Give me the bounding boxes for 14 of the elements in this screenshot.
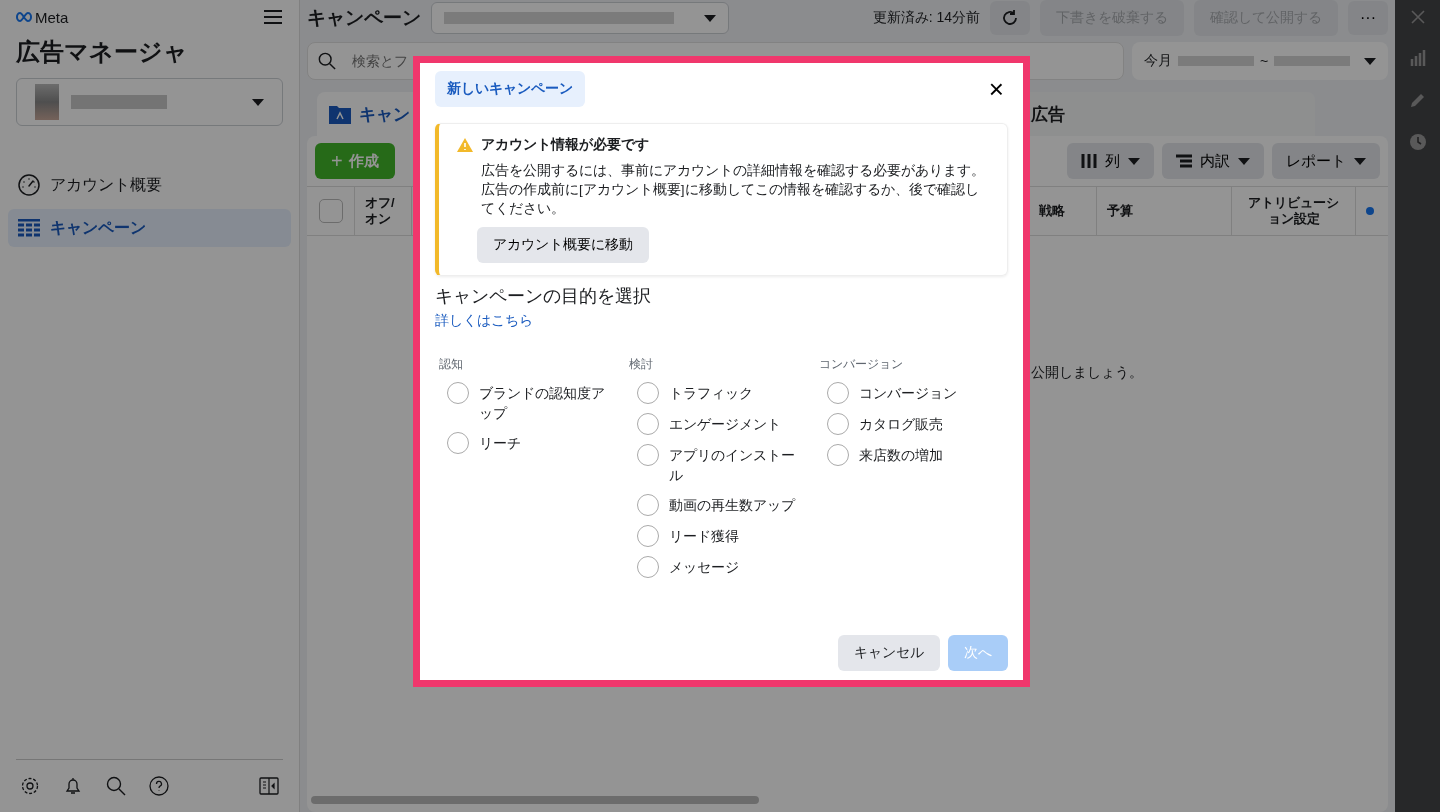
- group-label: コンバージョン: [818, 355, 904, 373]
- meta-logo: Meta: [16, 8, 69, 26]
- app-title: 広告マネージャ: [16, 37, 189, 67]
- dialog-title-chip: 新しいキャンペーン: [435, 71, 585, 107]
- warning-text: 広告を公開するには、事前にアカウントの詳細情報を確認する必要があります。広告の作成前に[アカウント概要]に移動してこの情報を確認するか、後で確認してください。: [481, 162, 986, 218]
- last-updated-text: 更新済み: 14分前: [872, 9, 980, 27]
- section-heading: キャンペーンの目的を選択: [435, 284, 652, 308]
- page-title: キャンペーン: [307, 6, 421, 30]
- date-label: 今月: [1144, 52, 1172, 70]
- warning-title: アカウント情報が必要です: [481, 136, 649, 154]
- date-separator: ~: [1260, 53, 1269, 69]
- group-label: 認知: [438, 355, 464, 373]
- group-label: 検討: [628, 355, 654, 373]
- empty-state-text: 公開しましょう。: [1031, 364, 1143, 382]
